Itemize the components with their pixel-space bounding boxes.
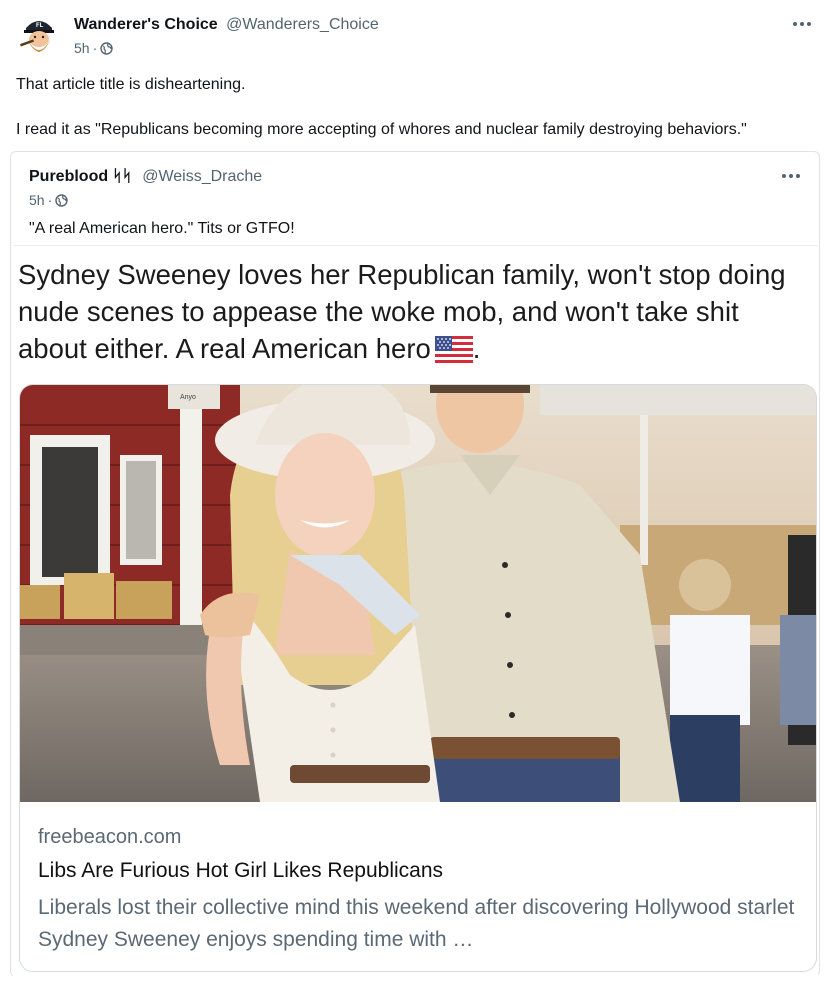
headline-end: . (472, 333, 481, 364)
avatar-cap-text: FL (36, 23, 44, 29)
dot (789, 174, 793, 178)
link-preview-card[interactable]: Anyo freebeacon.com Libs Are Furious Hot… (19, 384, 817, 972)
dot (796, 174, 800, 178)
post-time[interactable]: 5h (74, 40, 90, 56)
embed-headline: Sydney Sweeney loves her Republican fami… (18, 256, 808, 372)
post-author: Wanderer's Choice @Wanderers_Choice (74, 16, 379, 34)
quoted-post[interactable]: Pureblood ᛋᛋ @Weiss_Drache 5h · "A real … (10, 151, 820, 977)
quoted-meta: 5h · (29, 192, 68, 208)
dot (807, 22, 811, 26)
quoted-author-name[interactable]: Pureblood ᛋᛋ (29, 168, 132, 185)
meta-separator: · (47, 192, 53, 208)
dot (782, 174, 786, 178)
post: FL Wanderer's Choice @Wanderers_Choice 5… (0, 0, 830, 982)
post-meta: 5h · (74, 40, 113, 56)
card-domain[interactable]: freebeacon.com (38, 826, 181, 849)
more-options-icon[interactable] (790, 14, 814, 34)
meta-separator: · (92, 40, 98, 56)
quoted-author-handle[interactable]: @Weiss_Drache (142, 168, 262, 185)
article-photo[interactable]: Anyo (20, 385, 816, 802)
quoted-time[interactable]: 5h (29, 192, 45, 208)
dot (793, 22, 797, 26)
dot (800, 22, 804, 26)
headline-text: Sydney Sweeney loves her Republican fami… (18, 259, 786, 364)
quoted-more-options-icon[interactable] (779, 166, 803, 186)
post-text-line1: That article title is disheartening. (16, 76, 246, 93)
post-text-line2: I read it as "Republicans becoming more … (16, 121, 747, 138)
photo-sign-text: Anyo (180, 394, 196, 401)
author-name[interactable]: Wanderer's Choice (74, 16, 218, 33)
card-title[interactable]: Libs Are Furious Hot Girl Likes Republic… (38, 859, 443, 883)
globe-icon (55, 193, 68, 207)
embedded-screenshot[interactable]: Sydney Sweeney loves her Republican fami… (13, 245, 818, 977)
author-handle[interactable]: @Wanderers_Choice (226, 16, 379, 33)
quoted-text: "A real American hero." Tits or GTFO! (29, 220, 295, 237)
avatar[interactable]: FL (16, 12, 62, 58)
us-flag-icon (434, 335, 473, 372)
card-description: Liberals lost their collective mind this… (38, 896, 795, 951)
quoted-author: Pureblood ᛋᛋ @Weiss_Drache (29, 168, 262, 186)
globe-icon (100, 41, 113, 55)
post-body: That article title is disheartening. I r… (16, 74, 806, 141)
